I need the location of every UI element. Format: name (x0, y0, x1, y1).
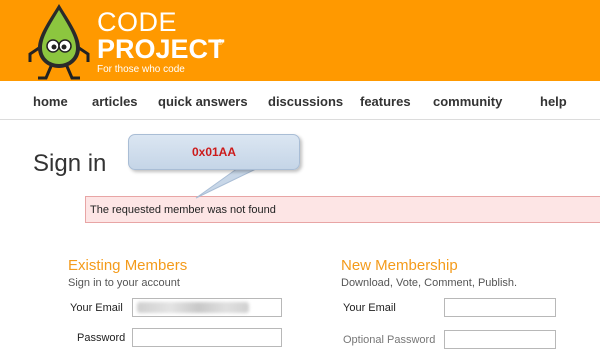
nav-item-community[interactable]: community (433, 94, 502, 109)
nav-item-home[interactable]: home (33, 94, 68, 109)
main-nav: home articles quick answers discussions … (0, 92, 600, 116)
existing-password-label: Password (77, 332, 126, 344)
new-password-label: Optional Password (343, 334, 436, 346)
nav-item-features[interactable]: features (360, 94, 411, 109)
new-membership-title: New Membership (341, 257, 458, 274)
page-title: Sign in (33, 150, 107, 177)
nav-item-discussions[interactable]: discussions (268, 94, 343, 109)
new-email-label: Your Email (343, 302, 396, 314)
logo-registered-mark: ® (217, 38, 223, 47)
new-membership-subtitle: Download, Vote, Comment, Publish. (341, 277, 518, 289)
nav-item-quick-answers[interactable]: quick answers (158, 94, 248, 109)
site-header: CODE PROJECT ® For those who code (0, 0, 600, 81)
email-value-redacted (137, 302, 249, 313)
logo-tagline: For those who code (97, 64, 185, 75)
nav-item-help[interactable]: help (540, 94, 567, 109)
existing-email-label: Your Email (70, 302, 123, 314)
existing-password-input[interactable] (132, 328, 282, 347)
existing-email-input[interactable] (132, 298, 282, 317)
logo-word-code[interactable]: CODE (97, 8, 177, 36)
new-password-input[interactable] (444, 330, 556, 349)
existing-members-title: Existing Members (68, 257, 188, 274)
nav-item-articles[interactable]: articles (92, 94, 138, 109)
existing-members-subtitle: Sign in to your account (68, 277, 180, 289)
error-message-text: The requested member was not found (90, 204, 276, 216)
nav-divider (0, 119, 600, 120)
bob-mascot-icon[interactable] (24, 2, 94, 82)
callout-label: 0x01AA (191, 145, 237, 159)
new-email-input[interactable] (444, 298, 556, 317)
logo-word-project[interactable]: PROJECT (97, 35, 225, 63)
